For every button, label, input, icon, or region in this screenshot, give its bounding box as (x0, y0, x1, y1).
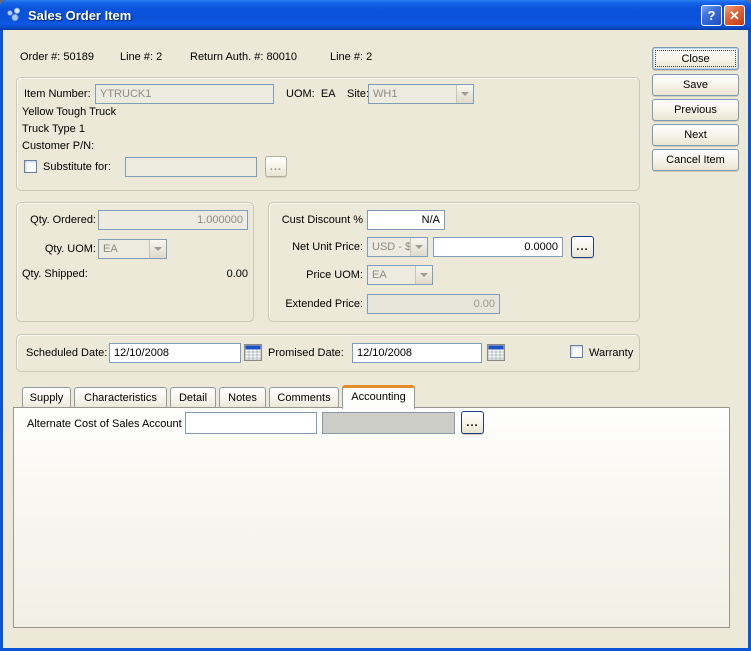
cancel-item-button[interactable]: Cancel Item (652, 149, 739, 171)
substitute-input (125, 157, 257, 177)
customer-pn-label: Customer P/N: (22, 140, 95, 152)
substitute-browse-button: ... (265, 156, 287, 177)
sales-order-item-dialog: Sales Order Item ? ✕ Order #: 50189 Line… (0, 0, 751, 651)
scheduled-date-input[interactable] (109, 343, 241, 363)
accounting-tab-panel (13, 407, 730, 628)
qty-shipped-value: 0.00 (226, 268, 248, 280)
titlebar[interactable]: Sales Order Item ? ✕ (0, 0, 751, 30)
site-label: Site: (347, 88, 370, 100)
item-number-label: Item Number: (24, 88, 91, 100)
net-unit-price-label: Net Unit Price: (292, 241, 363, 253)
price-uom-label: Price UOM: (306, 269, 363, 281)
line-number-1: Line #: 2 (120, 51, 163, 63)
cust-discount-input[interactable] (367, 210, 445, 230)
item-description-2: Truck Type 1 (22, 123, 85, 135)
price-browse-button[interactable]: ... (571, 236, 594, 258)
cust-discount-label: Cust Discount % (281, 214, 363, 226)
qty-ordered-label: Qty. Ordered: (30, 214, 96, 226)
qty-shipped-label: Qty. Shipped: (22, 268, 88, 280)
dropdown-arrow-icon (410, 238, 427, 256)
dropdown-arrow-icon (149, 240, 166, 258)
account-browse-button[interactable]: ... (461, 411, 484, 434)
alt-cos-account-label: Alternate Cost of Sales Account (27, 418, 182, 430)
item-number-input (95, 84, 274, 104)
warranty-label: Warranty (589, 347, 634, 359)
promised-date-label: Promised Date: (268, 347, 344, 359)
dropdown-arrow-icon (415, 266, 432, 284)
scheduled-calendar-icon[interactable] (244, 344, 262, 361)
tab-accounting[interactable]: Accounting (342, 385, 415, 409)
warranty-checkbox[interactable] (570, 345, 583, 358)
window-title: Sales Order Item (28, 7, 132, 23)
save-button[interactable]: Save (652, 74, 739, 96)
substitute-checkbox[interactable] (24, 160, 37, 173)
next-button[interactable]: Next (652, 124, 739, 146)
alt-cos-account-description (322, 412, 455, 434)
alt-cos-account-input[interactable] (185, 412, 317, 434)
line-number-2: Line #: 2 (330, 51, 373, 63)
price-uom-select: EA (367, 265, 433, 285)
net-unit-price-input[interactable] (433, 237, 563, 257)
promised-calendar-icon[interactable] (487, 344, 505, 361)
return-auth-number: Return Auth. #: 80010 (190, 51, 298, 63)
previous-button[interactable]: Previous (652, 99, 739, 121)
dropdown-arrow-icon (456, 85, 473, 103)
tab-comments[interactable]: Comments (269, 387, 339, 408)
promised-date-input[interactable] (352, 343, 482, 363)
help-icon[interactable]: ? (701, 4, 722, 26)
item-uom: UOM: EA (286, 88, 336, 100)
order-number: Order #: 50189 (20, 51, 95, 63)
site-select: WH1 (368, 84, 474, 104)
tab-notes[interactable]: Notes (219, 387, 266, 408)
qty-uom-select: EA (98, 239, 167, 259)
tab-detail[interactable]: Detail (170, 387, 216, 408)
qty-ordered-input (98, 210, 248, 230)
extended-price-label: Extended Price: (285, 298, 363, 310)
app-icon (6, 7, 22, 23)
currency-select: USD - $ (367, 237, 428, 257)
tab-supply[interactable]: Supply (22, 387, 71, 408)
substitute-label: Substitute for: (43, 161, 111, 173)
item-description-1: Yellow Tough Truck (22, 106, 117, 118)
qty-uom-label: Qty. UOM: (44, 243, 96, 255)
close-icon[interactable]: ✕ (724, 4, 745, 26)
extended-price-input (367, 294, 500, 314)
scheduled-date-label: Scheduled Date: (26, 347, 108, 359)
tab-characteristics[interactable]: Characteristics (74, 387, 167, 408)
close-button[interactable]: Close (652, 47, 739, 70)
